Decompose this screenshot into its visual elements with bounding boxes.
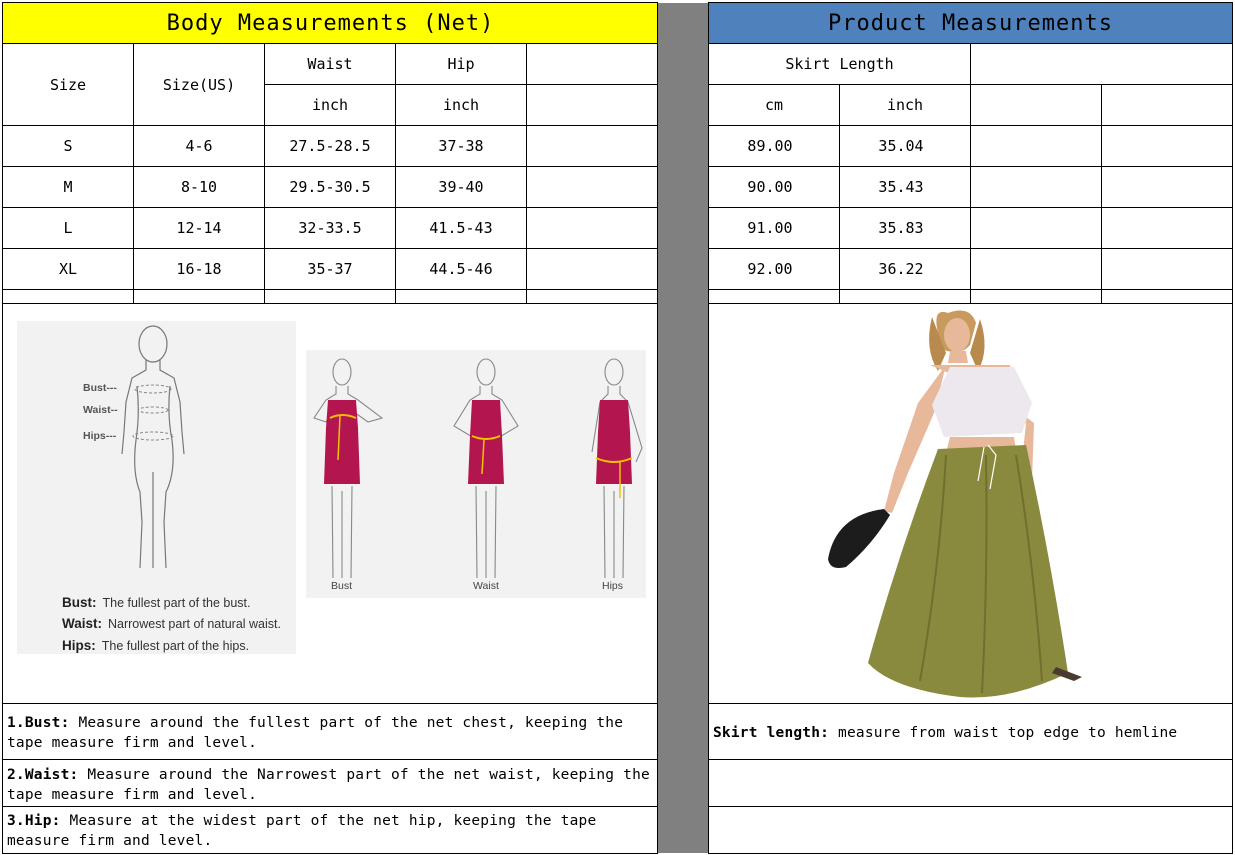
header-size-us: Size(US) <box>162 75 236 94</box>
figure-label-waist: Waist <box>473 580 499 592</box>
header-size: Size <box>49 75 87 94</box>
row-m-size: M <box>63 178 73 196</box>
legend-hips-term: Hips: <box>62 638 96 653</box>
header-hip: Hip <box>447 55 475 73</box>
row-s-inch: 35.04 <box>878 137 924 155</box>
legend-bust-term: Bust: <box>62 595 97 610</box>
product-photo <box>828 310 1082 698</box>
body-outline-illustration <box>121 325 185 569</box>
note-bust-term: 1.Bust: <box>7 715 70 731</box>
row-xl-us: 16-18 <box>176 260 222 278</box>
row-s-us: 4-6 <box>185 137 213 155</box>
header-unit-inch: inch <box>886 96 924 114</box>
row-xl-inch: 36.22 <box>878 260 924 278</box>
legend-hips-desc: The fullest part of the hips. <box>101 639 250 653</box>
row-m-inch: 35.43 <box>878 178 924 196</box>
note-bust-text: Measure around the fullest part of the n… <box>7 715 624 751</box>
body-label-bust: Bust--- <box>83 382 117 394</box>
row-m-cm: 90.00 <box>747 178 793 196</box>
row-xl-hip: 44.5-46 <box>429 260 493 278</box>
row-l-size: L <box>63 219 73 237</box>
middle-divider <box>658 3 708 853</box>
row-s-size: S <box>63 137 73 155</box>
row-m-us: 8-10 <box>180 178 218 196</box>
figure-label-bust: Bust <box>331 580 353 592</box>
row-l-hip: 41.5-43 <box>429 219 493 237</box>
row-l-us: 12-14 <box>176 219 222 237</box>
legend-waist-term: Waist: <box>62 616 102 631</box>
figure-label-hips: Hips <box>602 580 624 592</box>
row-xl-waist: 35-37 <box>307 260 353 278</box>
row-s-waist: 27.5-28.5 <box>289 137 371 155</box>
body-label-waist: Waist-- <box>83 404 118 416</box>
row-m-hip: 39-40 <box>438 178 484 196</box>
row-xl-cm: 92.00 <box>747 260 793 278</box>
figure-bust-illustration <box>313 358 384 579</box>
note-bust: 1.Bust: Measure around the fullest part … <box>3 713 657 753</box>
header-waist-unit: inch <box>311 96 349 114</box>
legend-waist: Waist: Narrowest part of natural waist. <box>62 616 281 631</box>
note-hip-text: Measure at the widest part of the net hi… <box>7 813 597 849</box>
note-hip-term: 3.Hip: <box>7 813 61 829</box>
note-waist-term: 2.Waist: <box>7 767 79 783</box>
note-skirt-length-term: Skirt length: <box>713 725 830 741</box>
figure-hips-illustration <box>591 358 643 579</box>
row-l-waist: 32-33.5 <box>298 219 362 237</box>
legend-bust: Bust: The fullest part of the bust. <box>62 595 251 610</box>
header-hip-unit: inch <box>442 96 480 114</box>
legend-bust-desc: The fullest part of the bust. <box>102 596 251 610</box>
note-hip: 3.Hip: Measure at the widest part of the… <box>3 811 657 851</box>
row-m-waist: 29.5-30.5 <box>289 178 371 196</box>
row-s-cm: 89.00 <box>747 137 793 155</box>
left-title: Body Measurements (Net) <box>166 10 495 36</box>
legend-waist-desc: Narrowest part of natural waist. <box>108 617 281 631</box>
row-l-cm: 91.00 <box>747 219 793 237</box>
row-l-inch: 35.83 <box>878 219 924 237</box>
figure-waist-illustration <box>453 358 519 579</box>
row-xl-size: XL <box>58 260 78 278</box>
legend-hips: Hips: The fullest part of the hips. <box>62 638 249 653</box>
note-waist: 2.Waist: Measure around the Narrowest pa… <box>3 765 657 805</box>
right-title: Product Measurements <box>828 10 1113 36</box>
note-skirt-length-text: measure from waist top edge to hemline <box>829 725 1178 741</box>
body-label-hips: Hips--- <box>83 430 117 442</box>
header-skirt-length: Skirt Length <box>785 55 894 73</box>
row-s-hip: 37-38 <box>438 137 484 155</box>
header-unit-cm: cm <box>764 96 784 114</box>
note-skirt-length: Skirt length: measure from waist top edg… <box>709 723 1231 743</box>
note-waist-text: Measure around the Narrowest part of the… <box>7 767 650 803</box>
header-waist: Waist <box>307 55 353 73</box>
